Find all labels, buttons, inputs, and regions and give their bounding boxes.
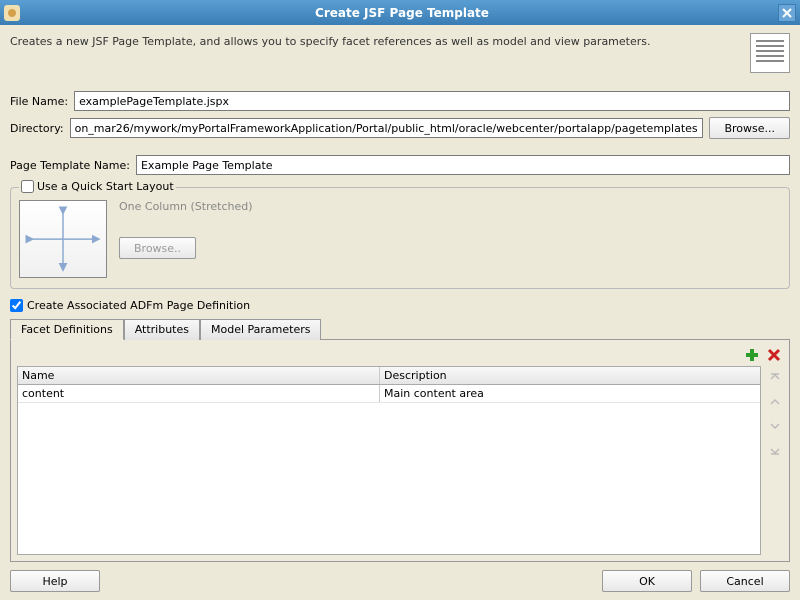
move-bottom-icon — [767, 442, 783, 458]
titlebar: Create JSF Page Template — [0, 0, 800, 25]
delete-icon[interactable] — [765, 346, 783, 364]
cancel-button[interactable]: Cancel — [700, 570, 790, 592]
adfm-checkbox-label: Create Associated ADFm Page Definition — [27, 299, 250, 312]
facet-table: Name Description content Main content ar… — [17, 366, 761, 555]
add-icon[interactable] — [743, 346, 761, 364]
move-down-icon — [767, 418, 783, 434]
directory-input[interactable] — [70, 118, 704, 138]
tab-panel: Name Description content Main content ar… — [10, 339, 790, 562]
file-name-input[interactable] — [74, 91, 790, 111]
move-top-icon — [767, 370, 783, 386]
cell-name[interactable]: content — [18, 385, 380, 402]
page-icon — [750, 33, 790, 73]
quick-start-fieldset: Use a Quick Start Layout One Column (Str… — [10, 187, 790, 289]
quick-start-legend-label: Use a Quick Start Layout — [37, 180, 174, 193]
tab-model-parameters[interactable]: Model Parameters — [200, 319, 321, 340]
browse-directory-button[interactable]: Browse... — [709, 117, 790, 139]
dialog-description: Creates a new JSF Page Template, and all… — [10, 33, 742, 48]
cell-description[interactable]: Main content area — [380, 385, 760, 402]
tab-attributes[interactable]: Attributes — [124, 319, 200, 340]
layout-name-label: One Column (Stretched) — [119, 200, 253, 213]
quick-start-checkbox[interactable] — [21, 180, 34, 193]
column-header-name[interactable]: Name — [18, 367, 380, 384]
close-icon[interactable] — [778, 4, 796, 22]
window-title: Create JSF Page Template — [26, 6, 778, 20]
app-icon — [4, 5, 20, 21]
tabs: Facet Definitions Attributes Model Param… — [10, 318, 790, 339]
table-row[interactable]: content Main content area — [18, 385, 760, 403]
help-button[interactable]: Help — [10, 570, 100, 592]
ok-button[interactable]: OK — [602, 570, 692, 592]
directory-label: Directory: — [10, 122, 64, 135]
file-name-label: File Name: — [10, 95, 68, 108]
tab-facet-definitions[interactable]: Facet Definitions — [10, 319, 124, 340]
layout-browse-button: Browse.. — [119, 237, 196, 259]
adfm-checkbox[interactable] — [10, 299, 23, 312]
column-header-description[interactable]: Description — [380, 367, 760, 384]
move-up-icon — [767, 394, 783, 410]
template-name-label: Page Template Name: — [10, 159, 130, 172]
template-name-input[interactable] — [136, 155, 790, 175]
layout-preview — [19, 200, 107, 278]
